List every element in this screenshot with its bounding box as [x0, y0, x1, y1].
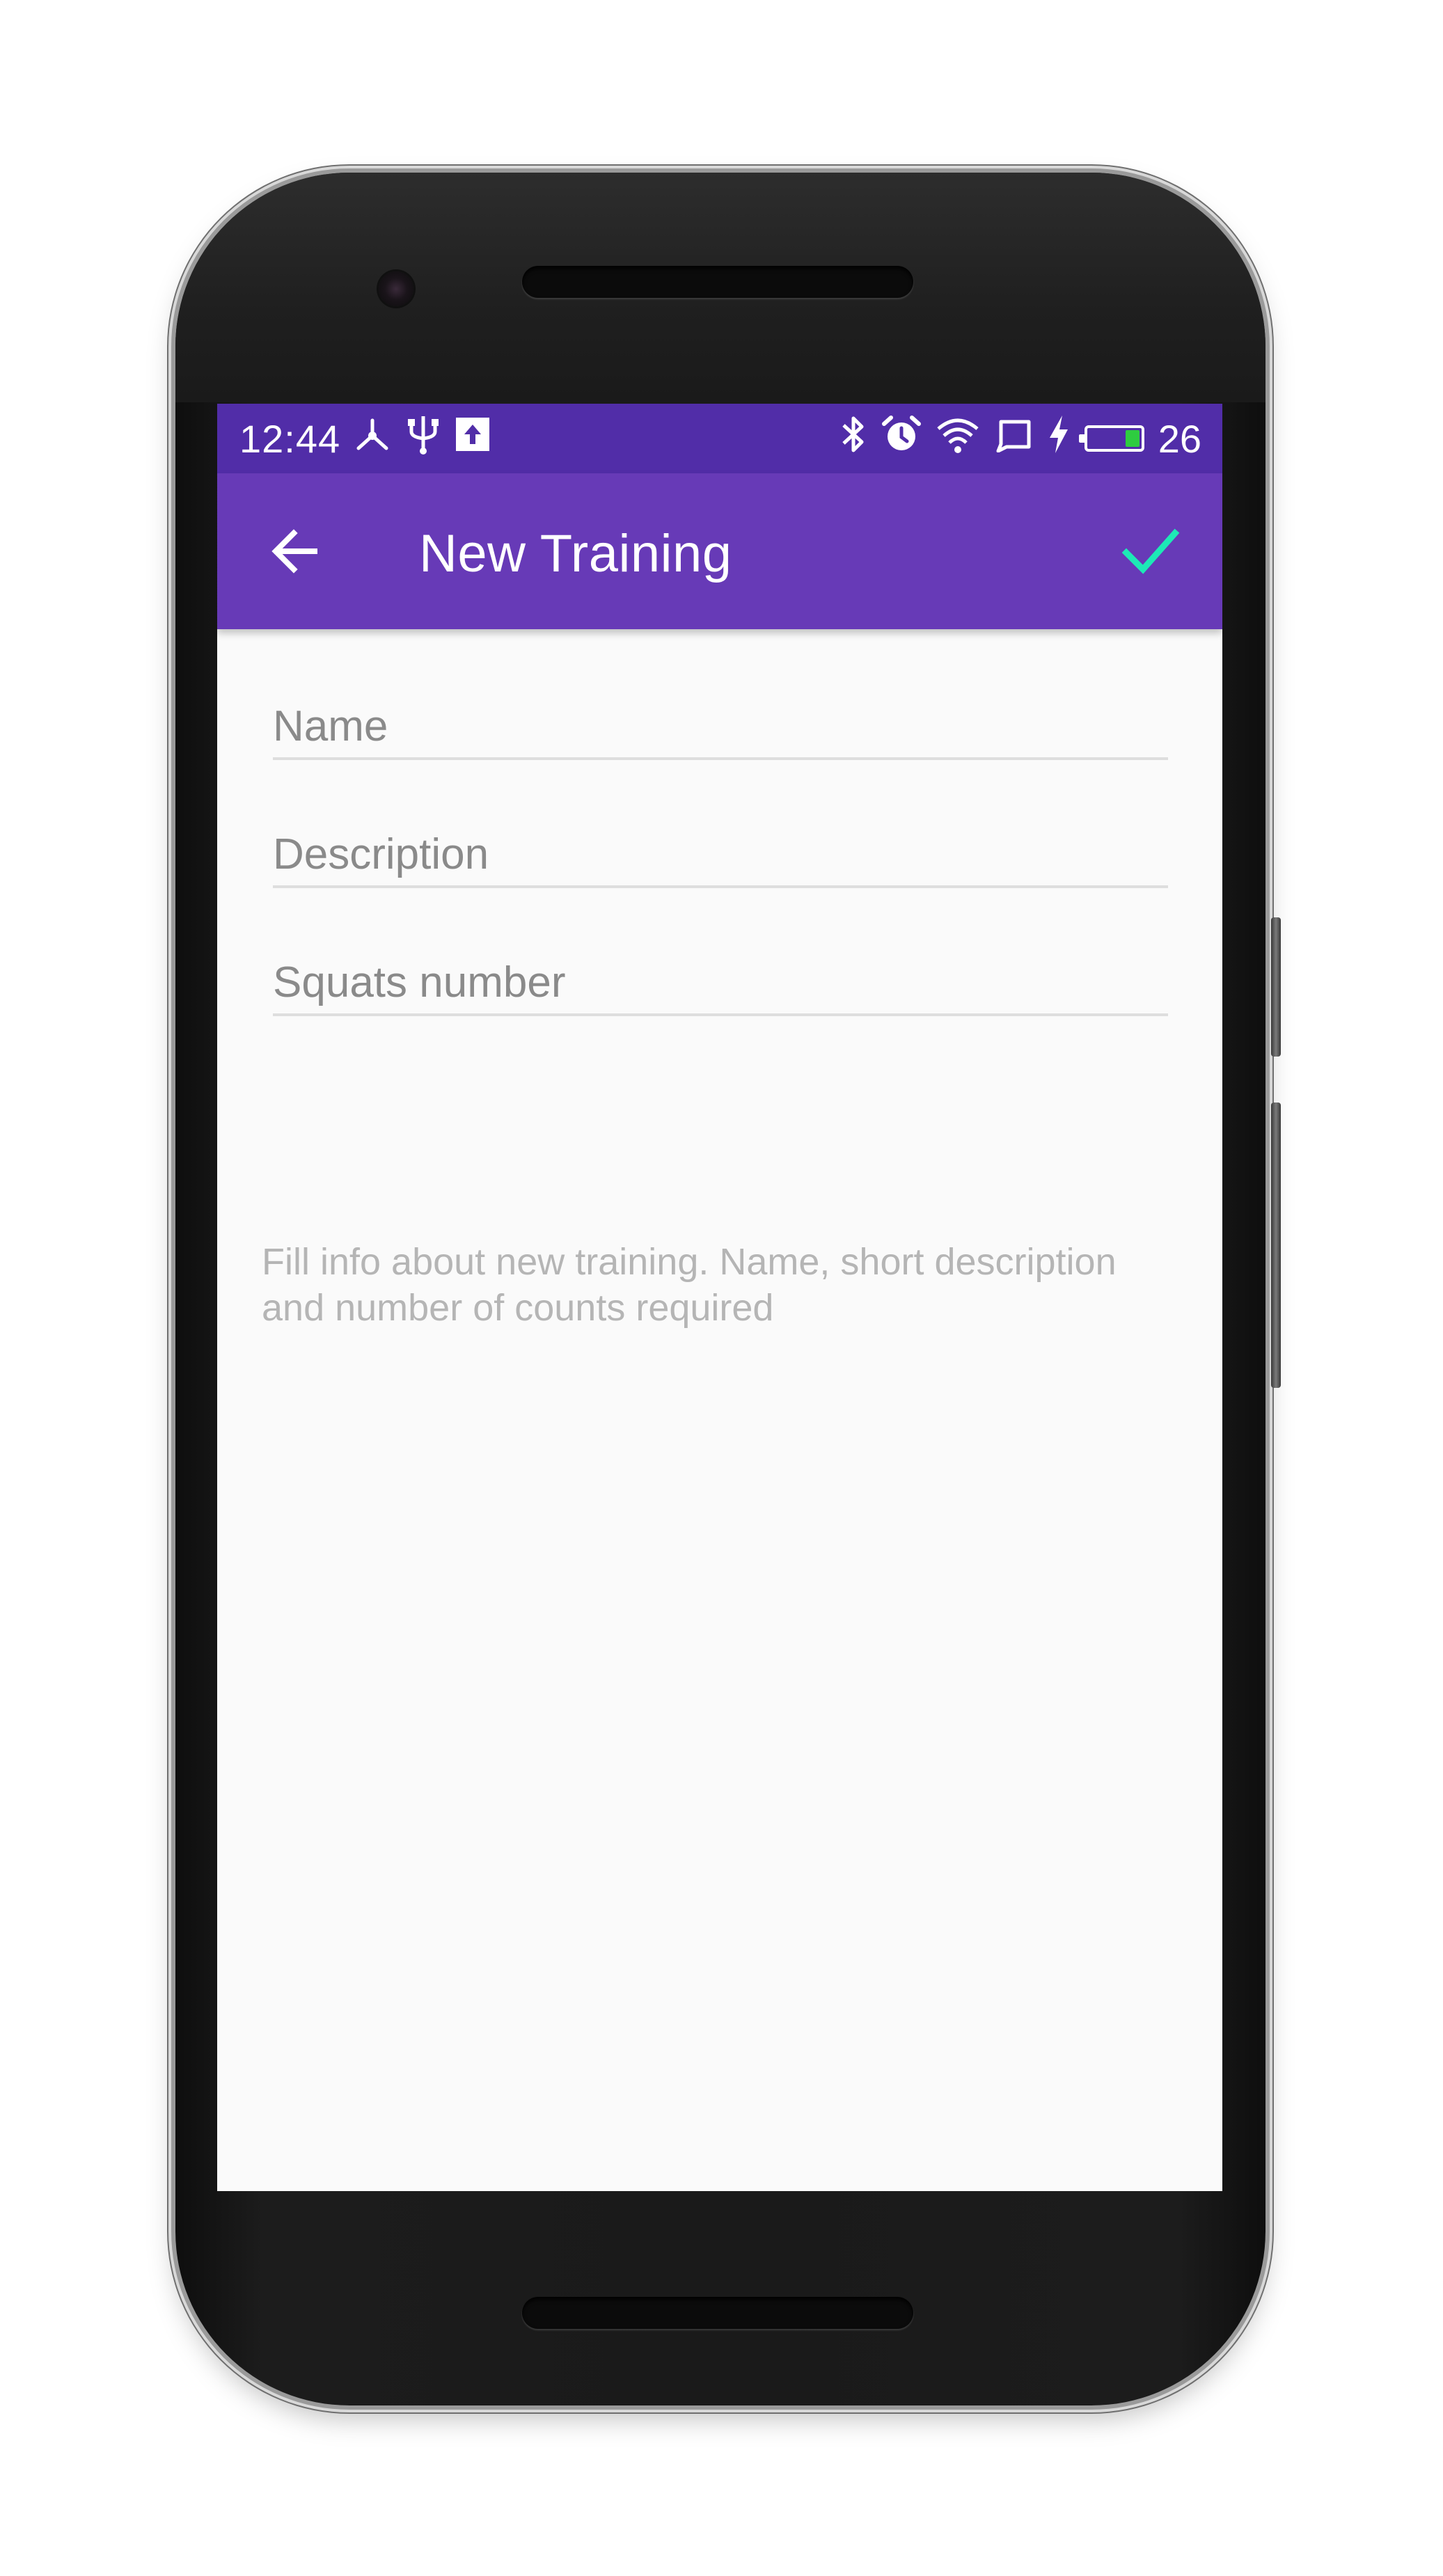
- battery-level: 26: [1158, 416, 1201, 461]
- status-right-icons: 26: [839, 414, 1201, 464]
- wifi-icon: [936, 415, 980, 463]
- description-field-wrapper: [273, 768, 1168, 896]
- confirm-button[interactable]: [1114, 515, 1186, 587]
- description-input[interactable]: [273, 823, 1168, 888]
- training-form: [273, 629, 1168, 1025]
- page-title: New Training: [419, 524, 732, 583]
- front-camera: [379, 271, 413, 306]
- upload-icon: [455, 416, 491, 461]
- status-time: 12:44: [239, 417, 341, 461]
- network-icon: [353, 415, 392, 463]
- screen: 12:44 26 New Training Name Description S…: [217, 404, 1222, 2191]
- alarm-icon: [881, 414, 922, 464]
- check-icon: [1121, 528, 1180, 574]
- volume-rocker: [1271, 1103, 1281, 1388]
- status-left-icons: [353, 416, 491, 461]
- squats-number-field-wrapper: [273, 896, 1168, 1025]
- power-button: [1271, 917, 1281, 1057]
- battery-fill: [1125, 430, 1140, 447]
- top-speaker: [522, 266, 913, 298]
- battery-icon: [1078, 425, 1144, 452]
- squats-number-input[interactable]: [273, 951, 1168, 1016]
- bottom-speaker: [522, 2297, 913, 2329]
- back-button[interactable]: [260, 516, 330, 586]
- charging-icon: [1047, 414, 1071, 464]
- cast-icon: [994, 416, 1033, 461]
- bluetooth-icon: [839, 414, 867, 464]
- usb-icon: [406, 413, 441, 464]
- arrow-back-icon: [271, 529, 317, 574]
- name-field-wrapper: [273, 629, 1168, 768]
- app-bar: New Training: [217, 473, 1222, 629]
- form-hint: Fill info about new training. Name, shor…: [262, 1241, 1117, 1329]
- status-bar: 12:44 26: [217, 404, 1222, 473]
- name-input[interactable]: [273, 695, 1168, 760]
